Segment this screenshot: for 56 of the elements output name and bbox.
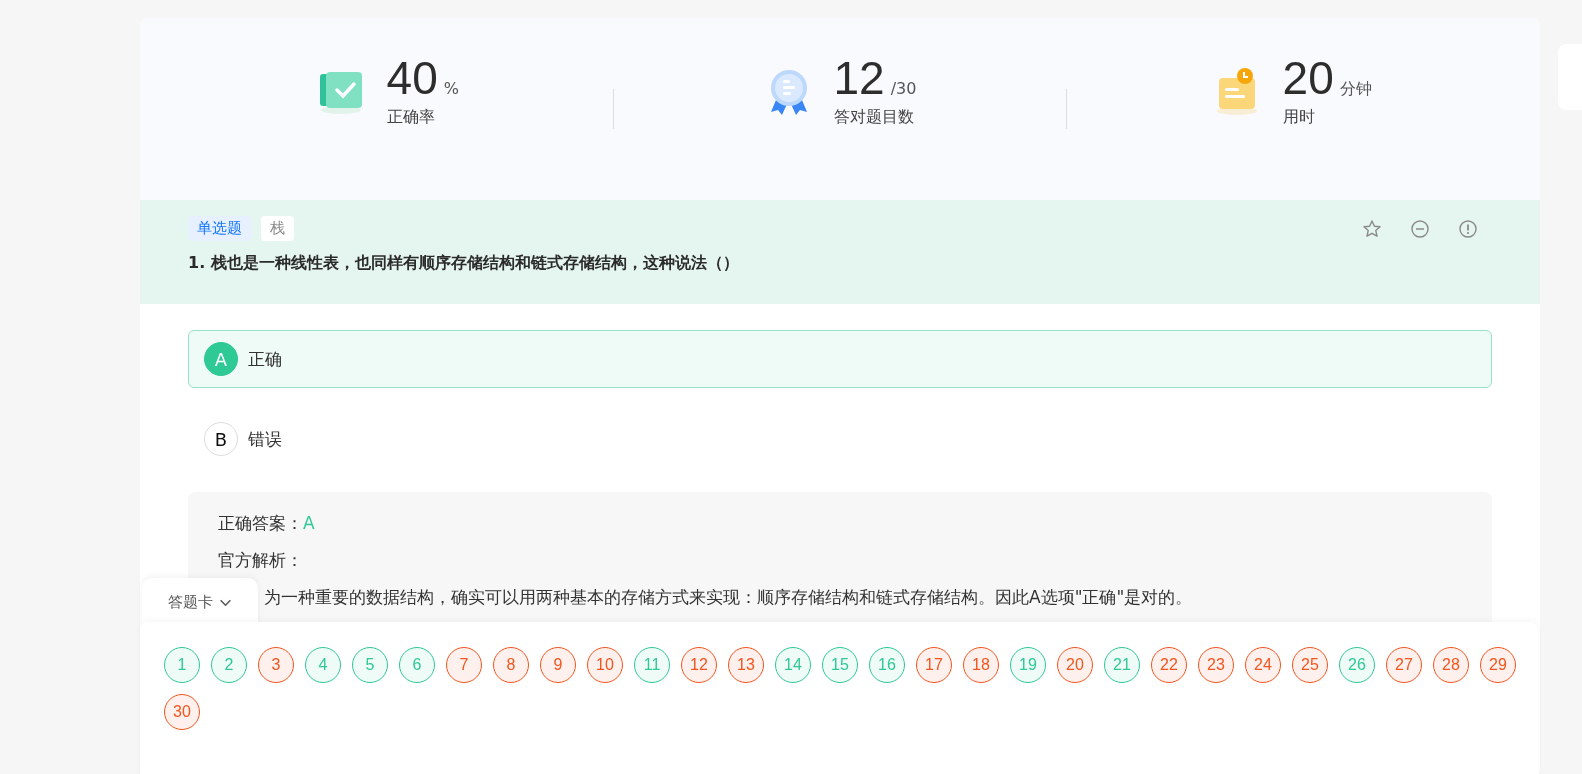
stat-label: 用时 bbox=[1282, 106, 1316, 128]
stat-label: 正确率 bbox=[386, 106, 436, 128]
stat-label: 答对题目数 bbox=[833, 106, 915, 128]
question-number-button[interactable]: 18 bbox=[963, 647, 999, 683]
star-icon[interactable] bbox=[1362, 218, 1382, 239]
option-text: 正确 bbox=[248, 347, 282, 371]
stat-value: 40 bbox=[386, 54, 438, 101]
question-number-button[interactable]: 26 bbox=[1339, 647, 1375, 683]
question-number-button[interactable]: 13 bbox=[728, 647, 764, 683]
question-number-button[interactable]: 1 bbox=[164, 647, 200, 683]
question-text: 1. 栈也是一种线性表，也同样有顺序存储结构和链式存储结构，这种说法（） bbox=[188, 253, 740, 274]
minus-circle-icon[interactable] bbox=[1410, 218, 1430, 239]
option-text: 错误 bbox=[248, 427, 282, 451]
question-number-button[interactable]: 11 bbox=[634, 647, 670, 683]
question-number-button[interactable]: 28 bbox=[1433, 647, 1469, 683]
question-number-button[interactable]: 5 bbox=[352, 647, 388, 683]
question-number-button[interactable]: 12 bbox=[681, 647, 717, 683]
warning-circle-icon[interactable] bbox=[1458, 218, 1478, 239]
option-letter: A bbox=[204, 342, 238, 376]
question-number-button[interactable]: 7 bbox=[446, 647, 482, 683]
question-number-button[interactable]: 29 bbox=[1480, 647, 1516, 683]
question-number-button[interactable]: 4 bbox=[305, 647, 341, 683]
question-number-button[interactable]: 9 bbox=[540, 647, 576, 683]
question-number-button[interactable]: 14 bbox=[775, 647, 811, 683]
stat-unit: /30 bbox=[890, 78, 917, 98]
stat-value: 12 bbox=[833, 54, 885, 101]
stat-unit: % bbox=[443, 78, 459, 98]
topic-tag: 栈 bbox=[261, 216, 294, 241]
question-number-button[interactable]: 3 bbox=[258, 647, 294, 683]
answer-option[interactable]: A 正确 bbox=[188, 330, 1492, 388]
question-number-button[interactable]: 25 bbox=[1292, 647, 1328, 683]
stat-value: 20 bbox=[1282, 54, 1334, 101]
answer-label: 正确答案： bbox=[218, 513, 303, 533]
answer-card-toggle[interactable]: 答题卡 bbox=[142, 578, 258, 626]
question-number-button[interactable]: 30 bbox=[164, 694, 200, 730]
option-letter: B bbox=[204, 422, 238, 456]
question-number-button[interactable]: 16 bbox=[869, 647, 905, 683]
question-number-button[interactable]: 22 bbox=[1151, 647, 1187, 683]
question-number-button[interactable]: 6 bbox=[399, 647, 435, 683]
question-number-button[interactable]: 20 bbox=[1057, 647, 1093, 683]
question-number-button[interactable]: 8 bbox=[493, 647, 529, 683]
question-number-button[interactable]: 10 bbox=[587, 647, 623, 683]
answer-option[interactable]: B 错误 bbox=[188, 410, 1492, 468]
stat-unit: 分钟 bbox=[1339, 78, 1372, 100]
question-type-tag: 单选题 bbox=[188, 216, 251, 241]
question-number-button[interactable]: 23 bbox=[1198, 647, 1234, 683]
explanation-label: 官方解析： bbox=[218, 550, 303, 570]
question-number-button[interactable]: 21 bbox=[1104, 647, 1140, 683]
correct-answer: A bbox=[303, 513, 315, 533]
question-number-button[interactable]: 24 bbox=[1245, 647, 1281, 683]
question-number-button[interactable]: 17 bbox=[916, 647, 952, 683]
explanation-text: 为一种重要的数据结构，确实可以用两种基本的存储方式来实现：顺序存储结构和链式存储结构。因此A选项"正确"是对的。 bbox=[264, 586, 1193, 609]
question-number-button[interactable]: 19 bbox=[1010, 647, 1046, 683]
question-number-button[interactable]: 2 bbox=[211, 647, 247, 683]
question-number-button[interactable]: 27 bbox=[1386, 647, 1422, 683]
question-number-button[interactable]: 15 bbox=[822, 647, 858, 683]
